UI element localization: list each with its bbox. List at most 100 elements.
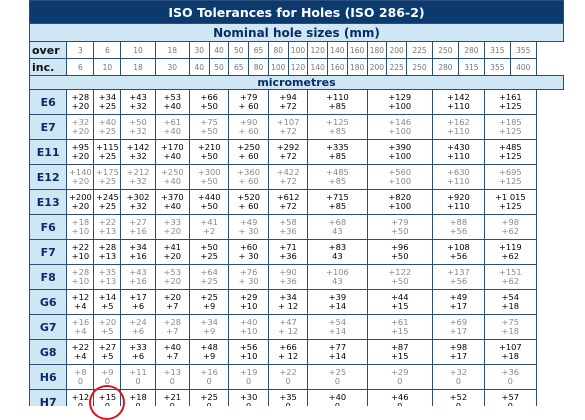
lower-deviation: +4: [74, 351, 87, 361]
tolerance-cell: +560 +100: [366, 164, 433, 190]
lower-deviation: +110: [447, 201, 470, 211]
lower-deviation: +50: [390, 226, 409, 236]
lower-deviation: + 12: [278, 326, 299, 336]
tolerance-class-label: F7: [29, 239, 68, 265]
tolerance-cell: +108 +56: [431, 239, 485, 265]
tolerance-class-label: G7: [29, 314, 68, 340]
lower-deviation: +14: [328, 301, 347, 311]
lower-deviation: +72: [279, 126, 297, 136]
tolerance-cell: +28 +10: [66, 264, 95, 290]
lower-deviation: +20: [163, 276, 182, 286]
lower-deviation: 0: [77, 401, 84, 407]
lower-deviation: +72: [279, 101, 297, 111]
lower-deviation: +125: [498, 126, 522, 136]
tolerance-cell: +36 0: [483, 364, 537, 390]
lower-deviation: 0: [507, 401, 513, 407]
tolerance-cell: +107 +72: [267, 114, 309, 140]
tolerance-class-label: E13: [29, 189, 68, 215]
lower-deviation: +56: [449, 276, 468, 286]
tolerance-class-label: G8: [29, 339, 68, 365]
tolerance-row: H6 +8 0 +9 0 +11 0 +13 0 +16 0 +19 0 +22 0 +25 0 +29 0 +32 0…: [29, 364, 564, 390]
lower-deviation: + 60: [238, 101, 259, 111]
tolerance-cell: +20 +5: [93, 314, 122, 340]
tolerance-cell: +8 0: [66, 364, 95, 390]
tolerance-cell: +250 + 60: [228, 139, 269, 165]
over-size-cell: 200: [386, 41, 407, 59]
tolerance-cell: +34 +9: [188, 314, 230, 340]
tolerance-cell: +29 +10: [228, 289, 269, 315]
lower-deviation: +40: [163, 126, 182, 136]
tolerance-row: E11 +95 +20 +115 +25 +142 +32 +170 +40 +210 +50 +25…: [29, 139, 564, 165]
over-label: over: [29, 41, 68, 59]
inc-size-cell: 250: [406, 58, 433, 76]
lower-deviation: +32: [129, 201, 147, 211]
over-size-cell: 180: [366, 41, 388, 59]
lower-deviation: +20: [71, 126, 90, 136]
tolerance-cell: +27 +5: [93, 339, 122, 365]
lower-deviation: +25: [98, 101, 117, 111]
tolerance-cell: +210 +50: [188, 139, 230, 165]
tolerance-cell: +175 +25: [93, 164, 122, 190]
lower-deviation: 0: [285, 401, 291, 407]
table-title: ISO Tolerances for Holes (ISO 286-2): [29, 0, 564, 24]
tolerance-class-label: E11: [29, 139, 68, 165]
tolerance-cell: +715 +85: [307, 189, 368, 215]
nominal-sizes-header: Nominal hole sizes (mm): [29, 23, 564, 42]
lower-deviation: +10: [239, 301, 258, 311]
tolerance-cell: +24 +6: [120, 314, 156, 340]
tolerance-cell: +94 +72: [267, 89, 309, 115]
lower-deviation: +50: [200, 201, 218, 211]
lower-deviation: +100: [388, 126, 412, 136]
lower-deviation: +25: [98, 176, 117, 186]
tolerance-cell: +170 +40: [154, 139, 190, 165]
tolerance-cell: +33 +6: [120, 339, 156, 365]
lower-deviation: +18: [501, 301, 520, 311]
over-size-cell: 140: [327, 41, 348, 59]
tolerance-cell: +820 +100: [366, 189, 433, 215]
tolerance-cell: +68 43: [307, 214, 368, 240]
over-size-cell: 225: [406, 41, 433, 59]
lower-deviation: +25: [98, 151, 117, 161]
lower-deviation: +13: [98, 226, 117, 236]
over-size-cell: 160: [346, 41, 368, 59]
tolerance-cell: +34 +16: [120, 239, 156, 265]
lower-deviation: +17: [449, 351, 468, 361]
tolerance-cell: +21 0: [154, 389, 190, 406]
tolerance-cell: +22 +10: [66, 239, 95, 265]
lower-deviation: +13: [98, 276, 117, 286]
tolerance-cell: +47 + 12: [267, 314, 309, 340]
lower-deviation: + 12: [278, 351, 299, 361]
tolerance-class-label: E6: [29, 89, 68, 115]
iso-hole-tolerance-table: ISO Tolerances for Holes (ISO 286-2) Nom…: [29, 0, 564, 406]
lower-deviation: 0: [245, 376, 252, 386]
tolerance-cell: +79 + 60: [228, 89, 269, 115]
lower-deviation: +14: [328, 351, 347, 361]
tolerance-cell: +142 +32: [120, 139, 156, 165]
lower-deviation: +32: [129, 101, 147, 111]
over-size-cell: 40: [208, 41, 230, 59]
lower-deviation: +72: [279, 201, 297, 211]
tolerance-cell: +34 +25: [93, 89, 122, 115]
tolerance-cell: +137 +56: [431, 264, 485, 290]
tolerance-cell: +98 +62: [483, 214, 537, 240]
tolerance-row: E13 +200 +20 +245 +25 +302 +32 +370 +40 +440 +50 +5…: [29, 189, 564, 215]
inc-size-cell: 280: [431, 58, 459, 76]
tolerance-cell: +22 +4: [66, 339, 95, 365]
tolerance-cell: +79 +50: [366, 214, 433, 240]
lower-deviation: +15: [390, 301, 409, 311]
inc-size-cell: 50: [208, 58, 230, 76]
lower-deviation: 0: [285, 376, 291, 386]
inc-size-cell: 140: [307, 58, 329, 76]
over-size-cell: 65: [248, 41, 269, 59]
tolerance-cell: +129 +100: [366, 89, 433, 115]
lower-deviation: +16: [129, 276, 147, 286]
tolerance-class-label: F6: [29, 214, 68, 240]
tolerance-cell: +250 +40: [154, 164, 190, 190]
tolerance-cell: +630 +110: [431, 164, 485, 190]
tolerance-cell: +83 43: [307, 239, 368, 265]
inc-size-cell: 100: [267, 58, 289, 76]
tolerance-cell: +33 +20: [154, 214, 190, 240]
lower-deviation: + 30: [238, 276, 259, 286]
lower-deviation: +72: [279, 176, 297, 186]
tolerance-cell: +76 + 30: [228, 264, 269, 290]
